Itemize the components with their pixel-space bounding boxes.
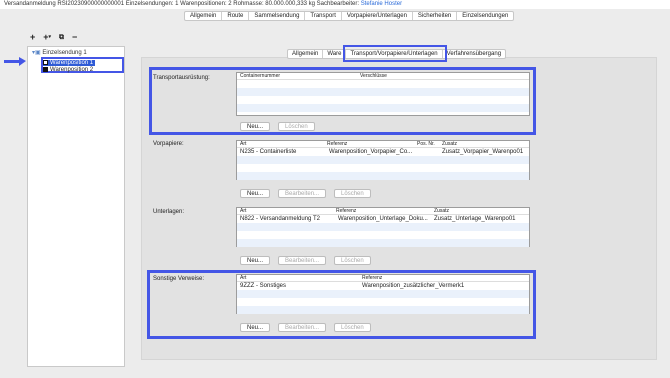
transport-buttons: Neu... Löschen — [240, 122, 315, 131]
delete-button[interactable]: Löschen — [334, 256, 371, 265]
table-row[interactable] — [237, 306, 529, 314]
tab-transport[interactable]: Transport — [305, 12, 342, 20]
tree-item-label: Warenposition 1 — [50, 60, 94, 67]
table-row[interactable]: 9ZZZ - Sonstiges Warenposition_zusätzlic… — [237, 282, 529, 290]
column-header[interactable]: Zusatz — [442, 141, 457, 148]
table-header: Art Referenz — [237, 275, 529, 282]
unterlagen-table[interactable]: Art Referenz Zusatz N822 - Versandanmeld… — [236, 207, 530, 247]
table-row[interactable] — [237, 80, 529, 88]
clerk-name[interactable]: Stefanie Hoster — [361, 1, 402, 7]
column-header[interactable]: Zusatz — [434, 208, 449, 215]
transport-table[interactable]: Containernummer Verschlüsse — [236, 72, 530, 116]
chevron-down-icon: ▾ — [48, 34, 52, 41]
unterlagen-label: Unterlagen: — [153, 209, 185, 215]
sonstige-buttons: Neu... Bearbeiten... Löschen — [240, 323, 371, 332]
remove-icon[interactable]: − — [72, 33, 77, 42]
table-cell: Zusatz_Vorpapier_Warenpo01 — [442, 149, 524, 155]
column-header[interactable]: Art — [240, 208, 246, 215]
sonstige-table[interactable]: Art Referenz 9ZZZ - Sonstiges Warenposit… — [236, 274, 530, 314]
annotation-arrow — [4, 57, 26, 66]
tree-item-warenposition-1[interactable]: Warenposition 1 — [43, 60, 96, 67]
new-button[interactable]: Neu... — [240, 323, 271, 332]
delete-button[interactable]: Löschen — [278, 122, 315, 131]
tab-sicherheiten[interactable]: Sicherheiten — [413, 12, 458, 20]
delete-button[interactable]: Löschen — [334, 323, 371, 332]
column-header[interactable]: Referenz — [362, 275, 382, 282]
table-row[interactable] — [237, 104, 529, 112]
table-cell: Warenposition_Unterlage_Doku... — [338, 216, 428, 222]
add-menu-button[interactable]: +▾ — [43, 33, 51, 42]
table-row[interactable]: N235 - Containerliste Warenposition_Vorp… — [237, 148, 529, 156]
transport-label: Transportausrüstung: — [153, 75, 210, 81]
arrow-head — [19, 57, 26, 66]
table-header: Art Referenz Pos. Nr. Zusatz — [237, 141, 529, 148]
arrow-shaft — [4, 60, 20, 63]
table-row[interactable] — [237, 223, 529, 231]
document-info-bar: Versandanmeldung RSI20230900000000001 Ei… — [0, 0, 670, 9]
edit-button[interactable]: Bearbeiten... — [278, 256, 327, 265]
main-tab-bar: Allgemein Route Sammelsendung Transport … — [184, 11, 515, 21]
tree-item-warenposition-2[interactable]: Warenposition 2 — [43, 67, 95, 73]
column-header[interactable]: Verschlüsse — [360, 73, 387, 80]
table-cell: Warenposition_zusätzlicher_Vermerk1 — [362, 283, 465, 289]
tab-sammelsendung[interactable]: Sammelsendung — [249, 12, 306, 20]
tree-root[interactable]: ▾▣ Einzelsendung 1 — [32, 49, 87, 56]
vorpapiere-label: Vorpapiere: — [153, 141, 184, 147]
new-button[interactable]: Neu... — [240, 189, 271, 198]
column-header[interactable]: Referenz — [336, 208, 356, 215]
column-header[interactable]: Containernummer — [240, 73, 280, 80]
subtab-allgemein[interactable]: Allgemein — [288, 50, 324, 58]
new-button[interactable]: Neu... — [240, 256, 271, 265]
unterlagen-buttons: Neu... Bearbeiten... Löschen — [240, 256, 371, 265]
item-tree: ▾▣ Einzelsendung 1 Warenposition 1 Waren… — [27, 46, 125, 367]
tree-toolbar: + +▾ ⧉ − — [30, 33, 77, 42]
table-cell: N822 - Versandanmeldung T2 — [240, 216, 320, 222]
new-button[interactable]: Neu... — [240, 122, 271, 131]
copy-icon[interactable]: ⧉ — [59, 33, 64, 42]
tab-vorpapiere-unterlagen[interactable]: Vorpapiere/Unterlagen — [342, 12, 413, 20]
column-header[interactable]: Art — [240, 141, 246, 148]
sonstige-label: Sonstige Verweise: — [153, 276, 205, 282]
table-cell: Warenposition_Vorpapier_Co... — [329, 149, 413, 155]
table-row[interactable] — [237, 290, 529, 298]
grid-icon — [43, 67, 48, 72]
table-row[interactable] — [237, 96, 529, 104]
table-header: Art Referenz Zusatz — [237, 208, 529, 215]
folder-icon: ▾▣ — [32, 50, 41, 56]
subtab-verfahrensuebergang[interactable]: Verfahrensübergang — [443, 50, 505, 58]
tab-route[interactable]: Route — [222, 12, 250, 20]
column-header[interactable]: Art — [240, 275, 246, 282]
table-row[interactable] — [237, 239, 529, 247]
table-row[interactable] — [237, 164, 529, 172]
tab-einzelsendungen[interactable]: Einzelsendungen — [457, 12, 513, 20]
table-header: Containernummer Verschlüsse — [237, 73, 529, 80]
table-row[interactable] — [237, 156, 529, 164]
vorpapiere-buttons: Neu... Bearbeiten... Löschen — [240, 189, 371, 198]
table-row[interactable] — [237, 231, 529, 239]
grid-icon — [43, 60, 48, 65]
table-cell: N235 - Containerliste — [240, 149, 297, 155]
edit-button[interactable]: Bearbeiten... — [278, 323, 327, 332]
tree-item-label: Warenposition 2 — [50, 67, 94, 74]
tree-root-label: Einzelsendung 1 — [42, 50, 87, 56]
edit-button[interactable]: Bearbeiten... — [278, 189, 327, 198]
table-row[interactable] — [237, 172, 529, 180]
table-cell: Zusatz_Unterlage_Warenpo01 — [434, 216, 516, 222]
table-cell: 9ZZZ - Sonstiges — [240, 283, 287, 289]
column-header[interactable]: Pos. Nr. — [417, 141, 435, 148]
column-header[interactable]: Referenz — [327, 141, 347, 148]
vorpapiere-table[interactable]: Art Referenz Pos. Nr. Zusatz N235 - Cont… — [236, 140, 530, 180]
add-icon[interactable]: + — [30, 33, 35, 42]
table-row[interactable] — [237, 298, 529, 306]
document-info-text: Versandanmeldung RSI20230900000000001 Ei… — [4, 1, 361, 7]
tab-allgemein[interactable]: Allgemein — [185, 12, 223, 20]
table-row[interactable]: N822 - Versandanmeldung T2 Warenposition… — [237, 215, 529, 223]
active-tab-highlight — [343, 45, 447, 62]
delete-button[interactable]: Löschen — [334, 189, 371, 198]
table-row[interactable] — [237, 88, 529, 96]
